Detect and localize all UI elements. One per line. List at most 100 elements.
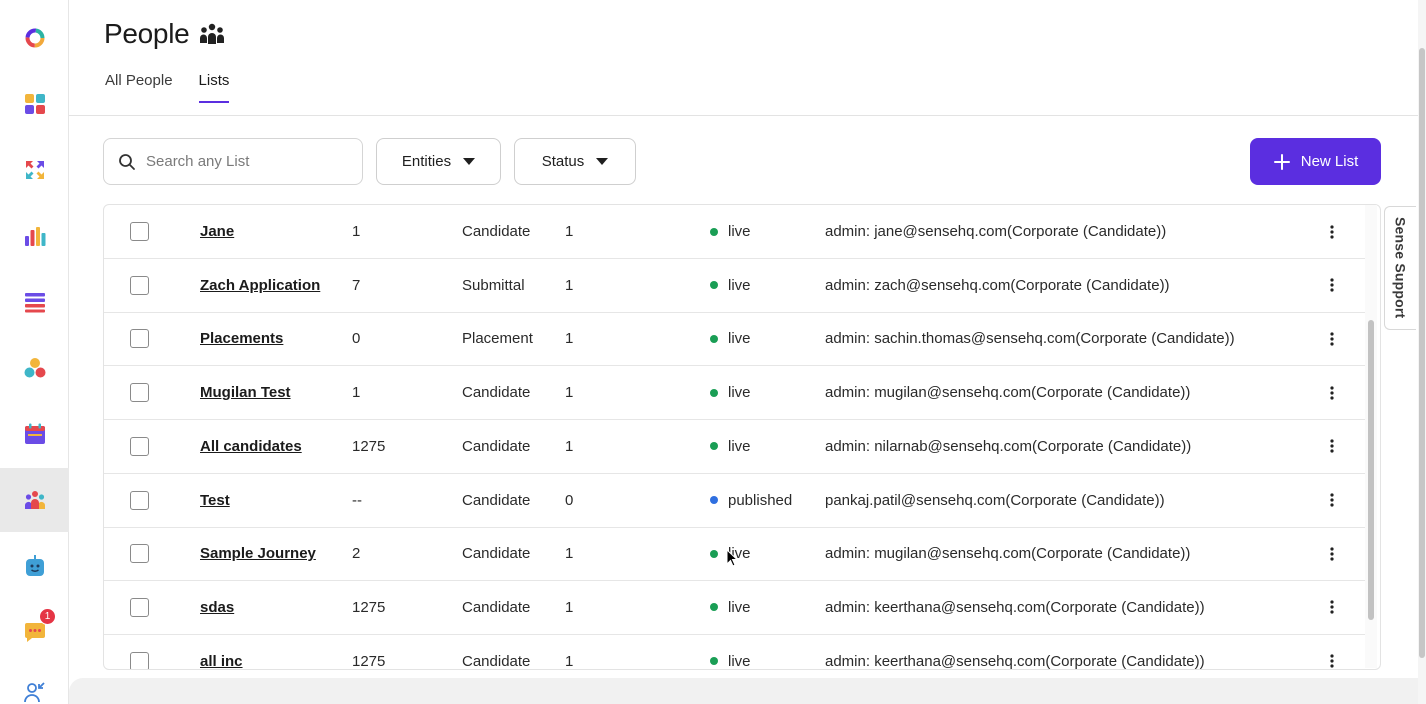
row-checkbox[interactable] bbox=[130, 366, 149, 419]
sidebar-item-dashboard[interactable] bbox=[0, 72, 69, 136]
search-input[interactable] bbox=[146, 153, 336, 170]
list-owner: admin: keerthana@sensehq.com(Corporate (… bbox=[825, 598, 1205, 616]
row-checkbox[interactable] bbox=[130, 474, 149, 527]
sidebar-item-messages[interactable]: 1 bbox=[0, 600, 69, 664]
row-checkbox[interactable] bbox=[130, 259, 149, 312]
table-row: Test -- Candidate 0 published pankaj.patil@se… bbox=[104, 474, 1366, 528]
row-menu-button[interactable] bbox=[1326, 581, 1338, 634]
table-row: Placements 0 Placement 1 live admin: sachin.t… bbox=[104, 312, 1366, 367]
row-checkbox[interactable] bbox=[130, 527, 149, 580]
list-name-link[interactable]: Placements bbox=[200, 330, 283, 347]
row-checkbox[interactable] bbox=[130, 420, 149, 473]
new-list-button-label: New List bbox=[1300, 153, 1359, 170]
new-list-button[interactable]: New List bbox=[1250, 138, 1381, 185]
page-scrollbar-thumb[interactable] bbox=[1419, 48, 1425, 658]
page-title: People bbox=[104, 18, 225, 50]
row-checkbox[interactable] bbox=[130, 205, 149, 258]
tab-lists[interactable]: Lists bbox=[198, 72, 230, 103]
table-row: all inc 1275 Candidate 1 live admin: keerthan… bbox=[104, 635, 1366, 670]
search-box[interactable] bbox=[103, 138, 363, 185]
checkbox-box[interactable] bbox=[130, 597, 149, 617]
sense-support-tab[interactable]: Sense Support bbox=[1384, 206, 1416, 330]
list-name-link[interactable]: Jane bbox=[200, 223, 234, 240]
entities-dropdown[interactable]: Entities bbox=[376, 138, 501, 185]
row-menu-button[interactable] bbox=[1326, 312, 1338, 365]
list-name-link[interactable]: sdas bbox=[200, 599, 234, 616]
row-menu-button[interactable] bbox=[1326, 420, 1338, 473]
row-checkbox[interactable] bbox=[130, 312, 149, 365]
sidebar-item-calendar[interactable] bbox=[0, 402, 69, 466]
list-journeys: 0 bbox=[565, 491, 574, 509]
sense-support-label: Sense Support bbox=[1392, 217, 1409, 319]
checkbox-box[interactable] bbox=[130, 275, 149, 295]
row-menu-button[interactable] bbox=[1326, 527, 1338, 580]
row-menu-button[interactable] bbox=[1326, 205, 1338, 258]
tab-bar: All People Lists bbox=[105, 72, 230, 103]
list-status: live bbox=[710, 420, 751, 473]
list-name-link[interactable]: Test bbox=[200, 492, 230, 509]
sidebar-item-analytics[interactable] bbox=[0, 204, 69, 268]
list-status: live bbox=[710, 312, 751, 365]
list-journeys: 1 bbox=[565, 545, 574, 563]
user-import-icon bbox=[23, 682, 45, 703]
search-icon bbox=[119, 153, 135, 170]
checkbox-box[interactable] bbox=[130, 651, 149, 669]
list-name-link[interactable]: Sample Journey bbox=[200, 545, 316, 562]
row-menu-button[interactable] bbox=[1326, 366, 1338, 419]
tab-all-people[interactable]: All People bbox=[105, 72, 173, 103]
footer-band bbox=[69, 678, 1418, 704]
checkbox-box[interactable] bbox=[130, 490, 149, 510]
row-menu-button[interactable] bbox=[1326, 474, 1338, 527]
kebab-menu-icon bbox=[1330, 493, 1334, 507]
row-checkbox[interactable] bbox=[130, 581, 149, 634]
mouse-cursor-icon bbox=[726, 549, 738, 567]
checkbox-box[interactable] bbox=[130, 222, 149, 241]
list-count: 1275 bbox=[352, 652, 386, 670]
list-entity: Candidate bbox=[462, 223, 531, 240]
list-name-link[interactable]: all inc bbox=[200, 653, 243, 669]
status-dropdown[interactable]: Status bbox=[514, 138, 636, 185]
sidebar-item-integrations[interactable] bbox=[0, 138, 69, 202]
list-name-link[interactable]: Mugilan Test bbox=[200, 384, 291, 401]
list-owner: admin: mugilan@sensehq.com(Corporate (Ca… bbox=[825, 384, 1191, 402]
status-dot-icon bbox=[710, 657, 718, 666]
sidebar-item-home[interactable] bbox=[0, 6, 69, 70]
status-dot-icon bbox=[710, 281, 718, 290]
list-name-cell: Mugilan Test bbox=[200, 366, 291, 419]
sidebar-item-bot[interactable] bbox=[0, 534, 69, 598]
kebab-menu-icon bbox=[1330, 278, 1334, 292]
status-text: published bbox=[728, 491, 793, 509]
list-name-link[interactable]: All candidates bbox=[200, 438, 302, 455]
checkbox-box[interactable] bbox=[130, 329, 149, 349]
lists-icon bbox=[24, 293, 45, 313]
list-name-cell: sdas bbox=[200, 581, 234, 634]
status-text: live bbox=[728, 330, 751, 348]
table-scrollbar[interactable] bbox=[1365, 205, 1377, 668]
sidebar-item-people[interactable] bbox=[0, 468, 69, 532]
list-status: live bbox=[710, 259, 751, 312]
list-entity: Candidate bbox=[462, 545, 531, 563]
sidebar-item-segments[interactable] bbox=[0, 336, 69, 400]
sidebar-item-user-import[interactable] bbox=[0, 666, 69, 704]
page-header: People All People Lists bbox=[69, 0, 1418, 116]
row-menu-button[interactable] bbox=[1326, 635, 1338, 669]
list-status: live bbox=[710, 635, 751, 669]
list-name-cell: all inc bbox=[200, 635, 243, 669]
row-checkbox[interactable] bbox=[130, 635, 149, 669]
checkbox-box[interactable] bbox=[130, 383, 149, 403]
list-journeys: 1 bbox=[565, 437, 574, 455]
sidebar-item-lists[interactable] bbox=[0, 270, 69, 334]
list-owner: admin: jane@sensehq.com(Corporate (Candi… bbox=[825, 223, 1167, 240]
people-group-icon bbox=[200, 23, 225, 44]
page-scrollbar[interactable] bbox=[1418, 0, 1426, 704]
list-name-link[interactable]: Zach Application bbox=[200, 277, 320, 294]
table-scrollbar-thumb[interactable] bbox=[1368, 320, 1374, 620]
checkbox-box[interactable] bbox=[130, 544, 149, 564]
list-count: 1275 bbox=[352, 437, 386, 455]
list-count: -- bbox=[352, 491, 362, 509]
list-entity: Candidate bbox=[462, 384, 531, 402]
table-row: All candidates 1275 Candidate 1 live admin: n… bbox=[104, 420, 1366, 474]
row-menu-button[interactable] bbox=[1326, 259, 1338, 312]
status-text: live bbox=[728, 598, 751, 616]
checkbox-box[interactable] bbox=[130, 436, 149, 456]
